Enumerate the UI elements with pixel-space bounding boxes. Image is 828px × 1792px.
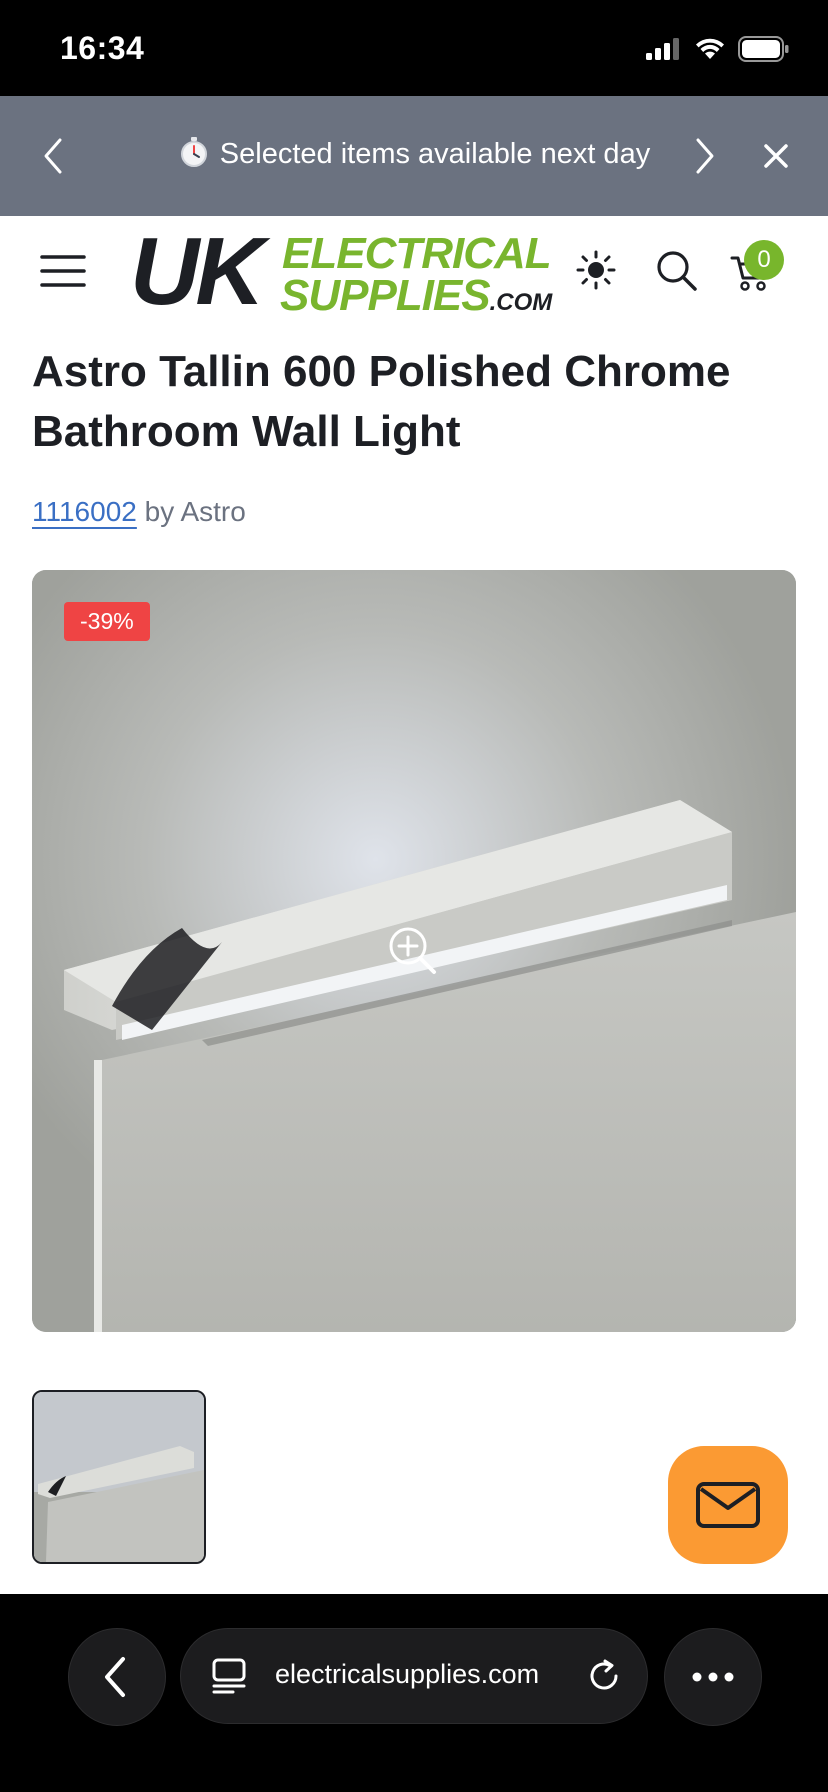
close-icon[interactable] [758, 138, 794, 174]
product-title: Astro Tallin 600 Polished Chrome Bathroo… [32, 347, 731, 456]
status-bar: 16:34 [0, 0, 828, 96]
sun-icon[interactable] [576, 250, 616, 290]
status-icons [646, 36, 790, 62]
battery-icon [738, 36, 789, 62]
product-image[interactable]: -39% [32, 570, 796, 1332]
search-icon[interactable] [654, 248, 698, 292]
url-text: electricalsupplies.com [275, 1659, 540, 1689]
wifi-icon [696, 38, 724, 59]
status-time: 16:34 [60, 30, 145, 66]
sku-link[interactable]: 1116002 [32, 496, 137, 527]
logo-line2-text: SUPPLIES [280, 271, 491, 320]
hamburger-menu-icon[interactable] [40, 254, 86, 288]
tabs-icon[interactable] [211, 1657, 247, 1695]
logo-line1: ELECTRICAL [282, 229, 552, 278]
announcement-bar: Selected items available next day [0, 96, 828, 216]
logo-uk-text: UK [130, 218, 265, 325]
thumbnail-photo [34, 1392, 204, 1562]
reload-icon[interactable] [585, 1657, 623, 1695]
discount-badge: -39% [64, 602, 150, 641]
stopwatch-icon [180, 137, 207, 167]
chevron-left-icon [105, 1657, 125, 1697]
browser-toolbar: electricalsupplies.com [0, 1594, 828, 1792]
sku-line: 1116002 by Astro [32, 496, 246, 528]
chevron-right-icon[interactable] [692, 136, 720, 176]
product-thumbnail[interactable] [32, 1390, 206, 1564]
brand-text: by Astro [144, 496, 246, 527]
more-options-button[interactable] [664, 1628, 762, 1726]
cart-count-badge: 0 [744, 240, 784, 280]
address-bar[interactable]: electricalsupplies.com [180, 1628, 648, 1724]
browser-back-button[interactable] [68, 1628, 166, 1726]
logo-com-text: .COM [489, 289, 553, 316]
site-logo[interactable]: UK ELECTRICAL SUPPLIES.COM [130, 224, 560, 320]
zoom-in-icon[interactable] [386, 924, 440, 978]
logo-line2: SUPPLIES.COM [280, 274, 552, 325]
chat-button[interactable] [668, 1446, 788, 1564]
mail-icon [696, 1482, 760, 1528]
site-header: UK ELECTRICAL SUPPLIES.COM 0 [0, 216, 828, 326]
announcement-text: Selected items available next day [219, 138, 651, 170]
more-dots-icon [692, 1672, 734, 1682]
cellular-signal-icon [646, 38, 679, 60]
